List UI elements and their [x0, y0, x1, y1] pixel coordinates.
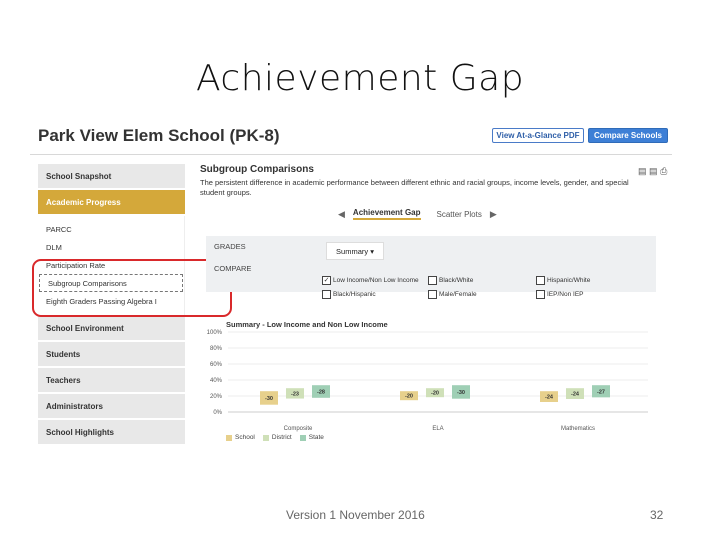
- legend-item-school: School: [226, 434, 255, 441]
- view-pdf-button[interactable]: View At-a-Glance PDF: [492, 128, 584, 143]
- x-category-label: ELA: [432, 426, 443, 432]
- compare-schools-button[interactable]: Compare Schools: [588, 128, 668, 143]
- filter-panel: GRADES Summary ▾ COMPARE ✓ Low Income/Non…: [206, 236, 656, 299]
- header-divider: [30, 154, 672, 155]
- page-number: 32: [650, 508, 664, 522]
- school-name: Park View Elem School (PK-8): [38, 126, 280, 145]
- highlight-outline: [32, 259, 232, 317]
- toolbar-icons: ▤ ▤ ⎙: [638, 166, 667, 177]
- main-content: Subgroup Comparisons The persistent diff…: [198, 164, 668, 299]
- checkbox-checked-icon: ✓: [322, 276, 331, 285]
- compare-option-male-female[interactable]: Male/Female: [428, 290, 477, 299]
- x-category-label: Mathematics: [561, 426, 595, 432]
- gap-value-label: -20: [405, 394, 413, 400]
- slide-title: Achievement Gap: [195, 58, 525, 99]
- legend-item-state: State: [299, 434, 324, 441]
- grades-dropdown[interactable]: Summary ▾: [326, 242, 384, 260]
- pdf-icon[interactable]: ▤: [638, 166, 647, 176]
- y-tick-label: 0%: [213, 410, 222, 416]
- sidebar-item-administrators[interactable]: Administrators: [38, 394, 185, 420]
- x-category-label: Composite: [284, 426, 313, 432]
- checkbox-icon: [428, 290, 437, 299]
- sidebar-sub-parcc[interactable]: PARCC: [38, 220, 184, 238]
- app-screenshot: Park View Elem School (PK-8) View At-a-G…: [30, 118, 672, 458]
- y-tick-label: 20%: [210, 394, 223, 400]
- y-tick-label: 60%: [210, 362, 223, 368]
- checkbox-icon: [536, 276, 545, 285]
- y-tick-label: 100%: [207, 330, 223, 336]
- section-description: The persistent difference in academic pe…: [200, 178, 629, 197]
- y-tick-label: 40%: [210, 378, 223, 384]
- footer-version: Version 1 November 2016: [286, 508, 425, 522]
- compare-option-low-income[interactable]: ✓ Low Income/Non Low Income: [322, 276, 419, 285]
- gap-value-label: -24: [571, 392, 580, 398]
- next-arrow-icon[interactable]: ▶: [490, 209, 497, 220]
- prev-arrow-icon[interactable]: ◀: [338, 209, 345, 220]
- compare-option-hispanic-white[interactable]: Hispanic/White: [536, 276, 590, 285]
- compare-option-black-white[interactable]: Black/White: [428, 276, 473, 285]
- gap-value-label: -30: [265, 396, 273, 402]
- gap-value-label: -27: [597, 389, 605, 395]
- gap-value-label: -23: [291, 391, 299, 397]
- compare-option-black-hispanic[interactable]: Black/Hispanic: [322, 290, 376, 299]
- sidebar-item-school-highlights[interactable]: School Highlights: [38, 420, 185, 446]
- document-icon[interactable]: ▤: [649, 166, 658, 176]
- sidebar-item-school-environment[interactable]: School Environment: [38, 316, 185, 342]
- gap-value-label: -24: [545, 395, 554, 401]
- compare-option-iep[interactable]: IEP/Non IEP: [536, 290, 584, 299]
- grades-label: GRADES: [214, 242, 246, 251]
- print-icon[interactable]: ⎙: [660, 166, 667, 176]
- gap-value-label: -30: [457, 390, 465, 396]
- legend-swatch: [226, 434, 232, 441]
- checkbox-icon: [428, 276, 437, 285]
- checkbox-icon: [536, 290, 545, 299]
- legend-swatch: [299, 434, 306, 441]
- sidebar-item-teachers[interactable]: Teachers: [38, 368, 185, 394]
- gap-chart: 100% 80% 60% 40% 20% 0% Composite -30 -23 -28 ELA -…: [207, 330, 648, 432]
- sidebar-sub-dlm[interactable]: DLM: [38, 238, 184, 256]
- sidebar-item-school-snapshot[interactable]: School Snapshot: [38, 164, 185, 190]
- gap-value-label: -20: [431, 391, 439, 397]
- compare-label: COMPARE: [214, 264, 252, 273]
- gap-value-label: -28: [317, 390, 325, 396]
- sidebar-item-students[interactable]: Students: [38, 342, 185, 368]
- chart-title: Summary - Low Income and Non Low Income: [226, 320, 388, 329]
- y-tick-label: 80%: [210, 346, 223, 352]
- tab-achievement-gap[interactable]: Achievement Gap: [352, 208, 421, 220]
- chart-legend: School District State: [226, 434, 332, 441]
- checkbox-icon: [322, 290, 331, 299]
- legend-swatch: [262, 434, 269, 441]
- tab-bar: ◀ Achievement Gap Scatter Plots ▶: [338, 208, 497, 220]
- tab-scatter-plots[interactable]: Scatter Plots: [437, 210, 482, 219]
- sidebar-item-academic-progress[interactable]: Academic Progress: [38, 190, 185, 216]
- section-title: Subgroup Comparisons: [200, 164, 314, 175]
- legend-item-district: District: [262, 434, 292, 441]
